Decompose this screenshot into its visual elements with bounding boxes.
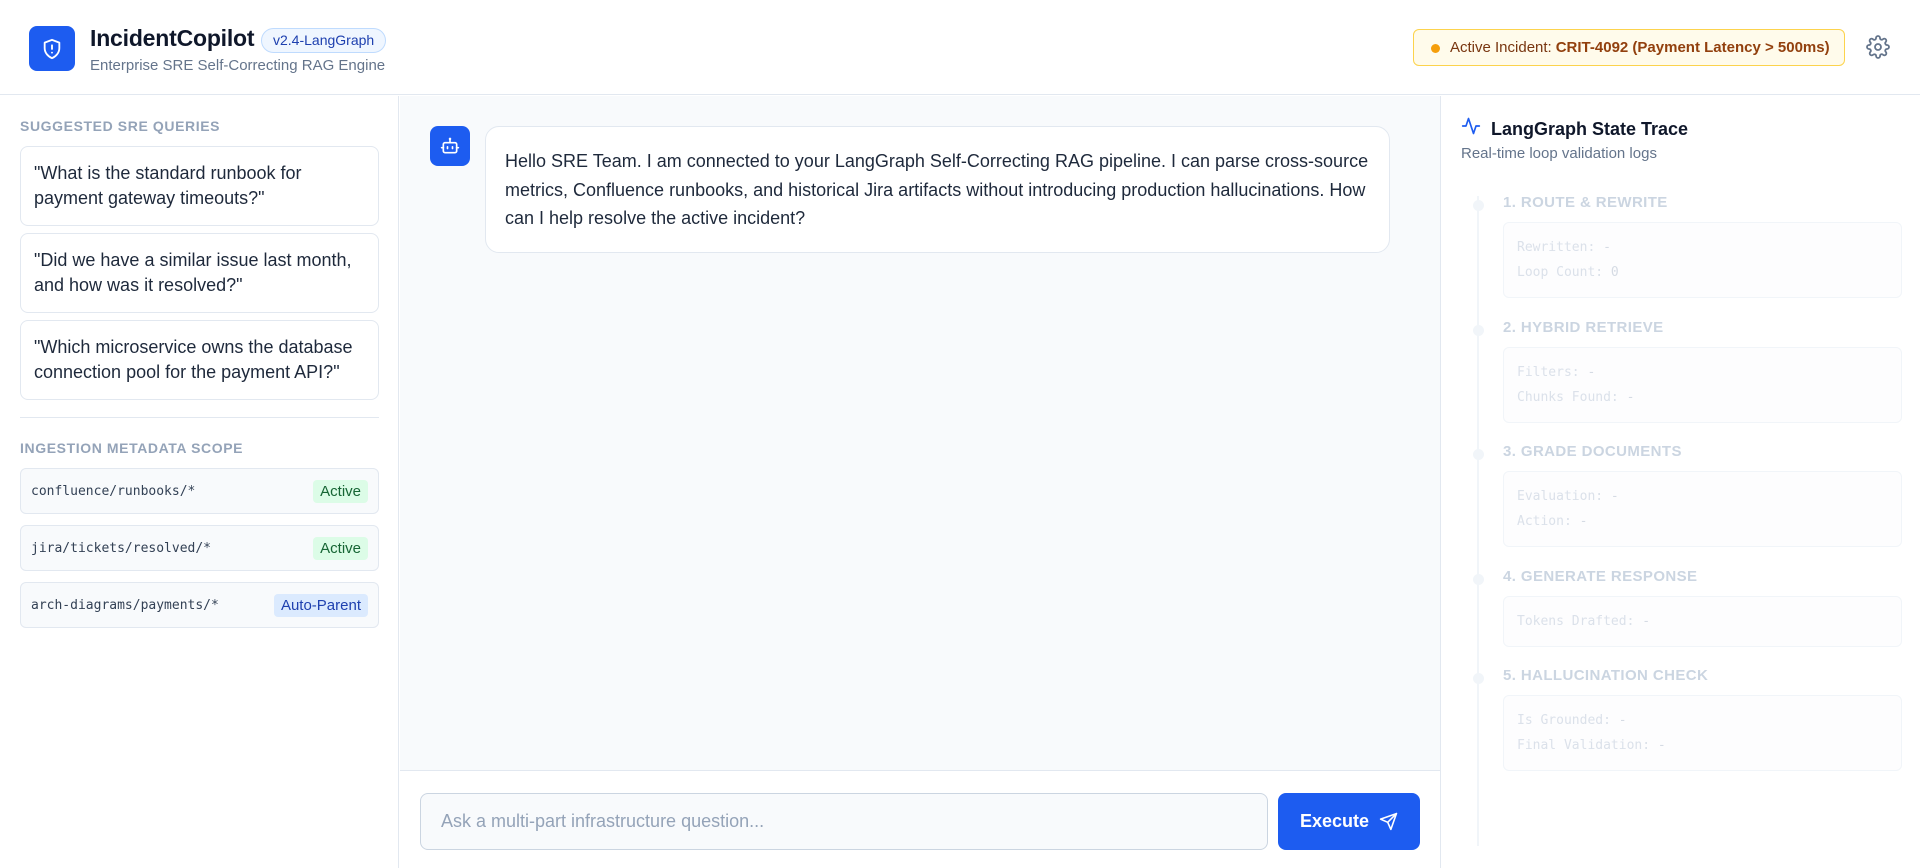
suggested-query-2[interactable]: "Did we have a similar issue last month,… <box>20 233 379 313</box>
step-log-line: Final Validation: - <box>1517 738 1666 753</box>
active-incident-banner[interactable]: Active Incident: CRIT-4092 (Payment Late… <box>1413 29 1845 66</box>
app-title: IncidentCopilot <box>90 25 255 51</box>
scope-path: confluence/runbooks/* <box>31 483 196 499</box>
app-header: IncidentCopilot v2.4-LangGraph Enterpris… <box>0 0 1920 95</box>
left-sidebar: SUGGESTED SRE QUERIES "What is the stand… <box>0 96 399 868</box>
execute-button[interactable]: Execute <box>1278 793 1420 850</box>
step-title: 5. HALLUCINATION CHECK <box>1503 667 1709 684</box>
step-log-line: Tokens Drafted: - <box>1517 614 1651 629</box>
bot-icon <box>430 126 470 166</box>
chat-composer: Execute <box>400 770 1440 868</box>
suggested-query-3[interactable]: "Which microservice owns the database co… <box>20 320 379 400</box>
ingestion-scope-title: INGESTION METADATA SCOPE <box>20 440 244 456</box>
suggested-query-1[interactable]: "What is the standard runbook for paymen… <box>20 146 379 226</box>
execute-label: Execute <box>1299 811 1370 831</box>
step-dot <box>1473 673 1484 684</box>
timeline-line <box>1477 196 1479 846</box>
scope-row[interactable]: jira/tickets/resolved/* Active <box>20 525 379 571</box>
step-dot <box>1473 449 1484 460</box>
step-title: 1. ROUTE & REWRITE <box>1503 194 1668 211</box>
step-title: 3. GRADE DOCUMENTS <box>1503 443 1682 460</box>
status-badge: Active <box>313 479 368 503</box>
trace-subtitle: Real-time loop validation logs <box>1461 145 1657 162</box>
chat-panel: Hello SRE Team. I am connected to your L… <box>400 96 1440 868</box>
step-log-box: Tokens Drafted: - <box>1503 596 1902 647</box>
step-log-box: Evaluation: - Action: - <box>1503 471 1902 547</box>
assistant-message: Hello SRE Team. I am connected to your L… <box>485 126 1390 253</box>
shield-logo-icon <box>29 26 75 71</box>
step-title: 2. HYBRID RETRIEVE <box>1503 319 1664 336</box>
scope-path: arch-diagrams/payments/* <box>31 597 219 613</box>
activity-icon <box>1461 117 1481 135</box>
step-log-line: Filters: - <box>1517 365 1596 380</box>
step-log-line: Evaluation: - <box>1517 489 1619 504</box>
scope-row[interactable]: confluence/runbooks/* Active <box>20 468 379 514</box>
step-title: 4. GENERATE RESPONSE <box>1503 568 1698 585</box>
step-log-line: Loop Count: 0 <box>1517 265 1619 280</box>
step-dot <box>1473 200 1484 211</box>
gear-icon[interactable] <box>1864 33 1892 61</box>
suggested-queries-title: SUGGESTED SRE QUERIES <box>20 118 221 134</box>
step-log-box: Filters: - Chunks Found: - <box>1503 347 1902 423</box>
status-badge: Auto-Parent <box>273 593 368 617</box>
scope-row[interactable]: arch-diagrams/payments/* Auto-Parent <box>20 582 379 628</box>
step-log-line: Rewritten: - <box>1517 240 1611 255</box>
incident-status-dot <box>1431 44 1440 53</box>
step-log-line: Chunks Found: - <box>1517 390 1635 405</box>
sidebar-divider <box>20 417 379 418</box>
incident-id: CRIT-4092 (Payment Latency > 500ms) <box>1555 39 1830 56</box>
step-log-line: Is Grounded: - <box>1517 713 1627 728</box>
app-subtitle: Enterprise SRE Self-Correcting RAG Engin… <box>90 57 386 74</box>
step-log-box: Rewritten: - Loop Count: 0 <box>1503 222 1902 298</box>
version-badge: v2.4-LangGraph <box>261 28 387 53</box>
step-dot <box>1473 574 1484 585</box>
state-trace-panel: LangGraph State Trace Real-time loop val… <box>1440 96 1920 868</box>
step-dot <box>1473 325 1484 336</box>
query-input[interactable] <box>420 793 1268 850</box>
send-icon <box>1379 812 1398 831</box>
step-log-box: Is Grounded: - Final Validation: - <box>1503 695 1902 771</box>
scope-path: jira/tickets/resolved/* <box>31 540 212 556</box>
trace-title: LangGraph State Trace <box>1491 119 1689 139</box>
status-badge: Active <box>313 536 368 560</box>
step-log-line: Action: - <box>1517 514 1588 529</box>
incident-label: Active Incident: <box>1450 39 1552 56</box>
